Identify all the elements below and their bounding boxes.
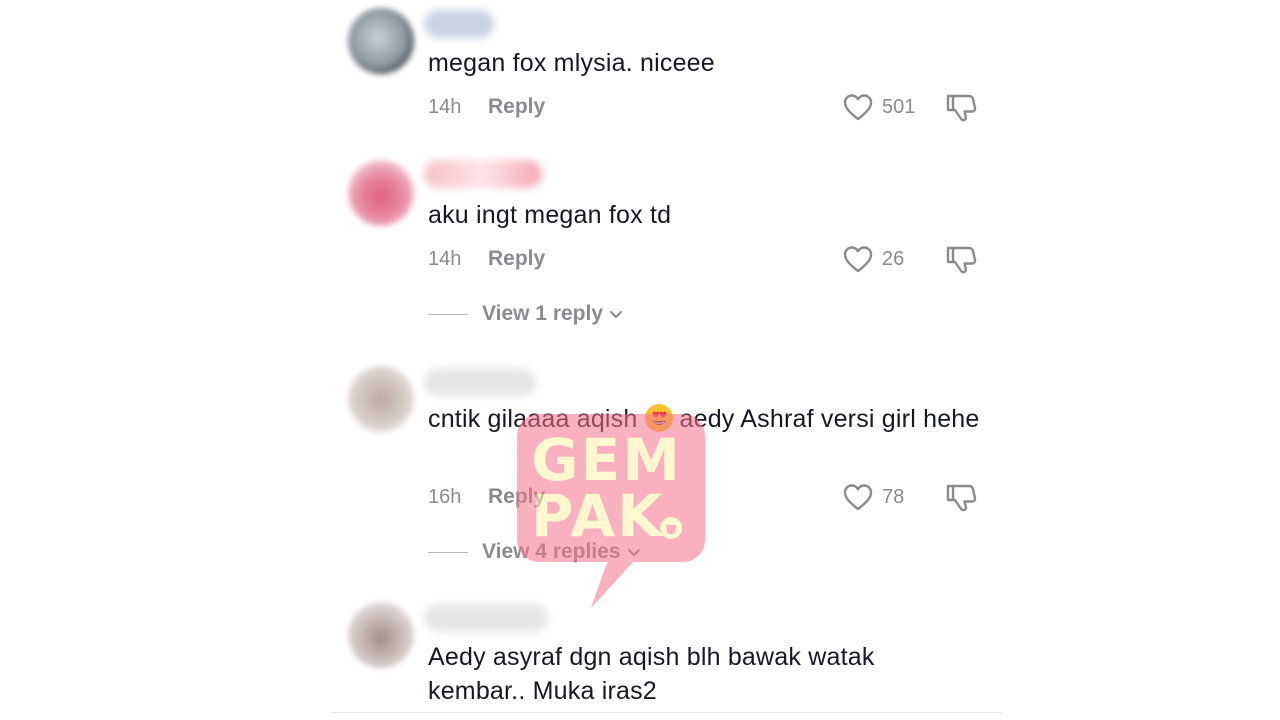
chevron-down-icon: [610, 311, 623, 318]
heart-icon: [843, 94, 873, 121]
username[interactable]: [424, 160, 542, 188]
avatar[interactable]: [348, 160, 414, 226]
reply-button[interactable]: Reply: [488, 485, 545, 509]
comment-time: 14h: [428, 248, 462, 270]
heart-icon: [843, 484, 873, 511]
like-count: 78: [882, 485, 905, 508]
avatar[interactable]: [348, 8, 414, 74]
thumbs-down-icon[interactable]: [944, 90, 978, 124]
divider-line: [428, 313, 468, 315]
comment-list[interactable]: megan fox mlysia. niceee 14h Reply 501 a…: [332, 0, 1002, 713]
avatar[interactable]: [348, 366, 414, 432]
reply-button[interactable]: Reply: [488, 95, 545, 119]
comment-text: megan fox mlysia. niceee: [428, 49, 715, 77]
comment-text: aku ingt megan fox td: [428, 201, 672, 229]
avatar[interactable]: [348, 602, 414, 668]
comment-time: 16h: [428, 486, 462, 508]
comment-text: cntik gilaaaa aqish aedy Ashraf versi gi…: [428, 402, 988, 436]
like-button[interactable]: 501: [842, 92, 915, 122]
heart-icon: [843, 246, 873, 273]
like-count: 26: [882, 247, 905, 270]
username[interactable]: [424, 368, 536, 396]
like-button[interactable]: 26: [842, 244, 904, 274]
divider-line: [428, 551, 468, 553]
chevron-down-icon: [627, 549, 640, 556]
like-button[interactable]: 78: [842, 482, 904, 512]
reply-button[interactable]: Reply: [488, 247, 545, 271]
comment-time: 14h: [428, 96, 462, 118]
view-replies-label: View 1 reply: [482, 302, 604, 325]
view-replies-label: View 4 replies: [482, 540, 621, 563]
comments-screen: megan fox mlysia. niceee 14h Reply 501 a…: [0, 0, 1280, 720]
thumbs-down-icon[interactable]: [944, 480, 978, 514]
view-replies-button[interactable]: View 4 replies: [428, 540, 643, 564]
comment-text-part: aedy Ashraf versi girl hehe: [679, 405, 980, 433]
comment-text: Aedy asyraf dgn aqish blh bawak watak ke…: [428, 643, 875, 705]
like-count: 501: [882, 95, 916, 118]
username[interactable]: [424, 604, 548, 632]
username[interactable]: [424, 10, 494, 38]
heart-eyes-emoji-icon: [644, 404, 673, 432]
comment-text-part: cntik gilaaaa aqish: [428, 405, 638, 433]
thumbs-down-icon[interactable]: [944, 242, 978, 276]
view-replies-button[interactable]: View 1 reply: [428, 302, 625, 326]
